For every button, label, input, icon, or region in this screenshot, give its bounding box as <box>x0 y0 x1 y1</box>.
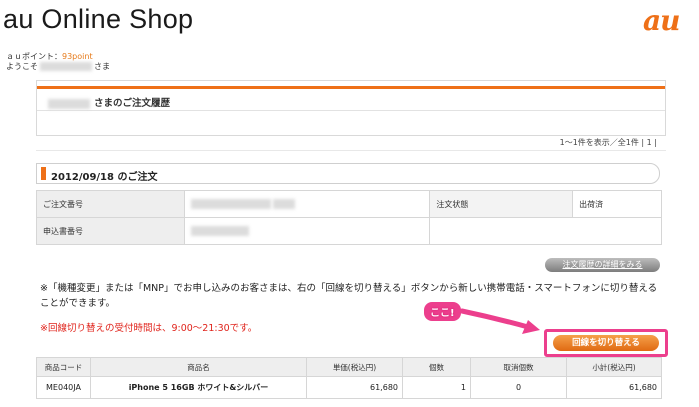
points-value: 93point <box>62 52 93 61</box>
welcome-suffix: さま <box>94 62 110 71</box>
column-header: 単価(税込円) <box>306 357 403 377</box>
welcome-text: ようこそ さま <box>6 61 110 72</box>
page-title: さまのご注文履歴 <box>48 95 170 109</box>
divider <box>37 110 665 111</box>
application-number-value <box>183 217 431 245</box>
table-row: 申込書番号 <box>36 217 662 245</box>
heading-marker <box>41 167 46 180</box>
table-row: ME040JA iPhone 5 16GB ホワイト&シルバー 61,680 1… <box>36 376 662 399</box>
order-detail-button[interactable]: 注文履歴の詳細をみる <box>545 258 660 272</box>
site-title: au Online Shop <box>3 4 194 34</box>
order-number-value <box>183 190 431 218</box>
redacted-order-number <box>273 199 296 209</box>
table-row: ご注文番号 注文状態 出荷済 <box>36 190 662 218</box>
history-title-text: さまのご注文履歴 <box>94 98 171 109</box>
callout-label: ここ! <box>424 302 461 321</box>
order-status-value: 出荷済 <box>572 190 662 218</box>
highlight-frame: 回線を切り替える <box>544 329 668 357</box>
items-table: 商品コード 商品名 単価(税込円) 個数 取消個数 小計(税込円) ME040J… <box>36 357 662 399</box>
warning-text: ※回線切り替えの受付時間は、9:00～21:30です。 <box>40 323 258 334</box>
redacted-username <box>40 62 92 71</box>
divider <box>36 150 666 151</box>
redacted-order-number <box>190 199 271 209</box>
notice-text: ※「機種変更」または「MNP」でお申し込みのお客さまは、右の「回線を切り替える」… <box>40 283 658 309</box>
quantity: 1 <box>402 376 471 399</box>
order-status-label: 注文状態 <box>429 190 574 218</box>
cancel-quantity: 0 <box>470 376 567 399</box>
order-date: 2012/09/18 のご注文 <box>51 172 158 183</box>
empty-cell <box>429 217 662 245</box>
pagination[interactable]: 1～1件を表示／全1件 | 1 | <box>560 137 657 148</box>
subtotal: 61,680 <box>566 376 662 399</box>
redacted-name <box>48 98 90 109</box>
column-header: 商品コード <box>36 357 91 377</box>
product-name: iPhone 5 16GB ホワイト&シルバー <box>90 376 307 399</box>
table-header-row: 商品コード 商品名 単価(税込円) 個数 取消個数 小計(税込円) <box>36 357 662 377</box>
column-header: 個数 <box>402 357 471 377</box>
column-header: 小計(税込円) <box>566 357 662 377</box>
au-logo[interactable]: au <box>643 4 680 37</box>
column-header: 取消個数 <box>470 357 567 377</box>
accent-bar <box>37 86 665 89</box>
order-info-table: ご注文番号 注文状態 出荷済 申込書番号 <box>36 190 662 245</box>
application-number-label: 申込書番号 <box>36 217 185 245</box>
order-number-label: ご注文番号 <box>36 190 185 218</box>
column-header: 商品名 <box>90 357 307 377</box>
switch-line-button[interactable]: 回線を切り替える <box>553 335 659 351</box>
points-label: ａｕポイント： <box>6 52 62 61</box>
redacted-application-number <box>190 226 249 236</box>
product-code: ME040JA <box>36 376 91 399</box>
order-heading: 2012/09/18 のご注文 <box>36 163 660 184</box>
welcome-prefix: ようこそ <box>6 62 38 71</box>
unit-price: 61,680 <box>306 376 403 399</box>
